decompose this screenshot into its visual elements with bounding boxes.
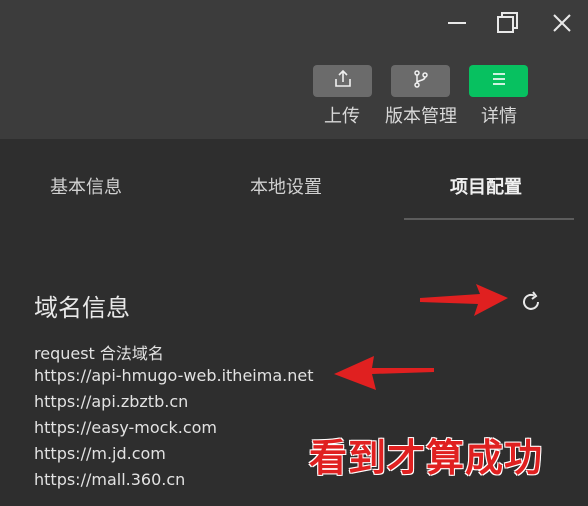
version-management-button[interactable]	[391, 65, 450, 97]
version-management-label: 版本管理	[385, 106, 457, 127]
maximize-icon[interactable]	[493, 8, 523, 38]
annotation-arrow-domain	[334, 356, 434, 390]
upload-label: 上传	[324, 106, 360, 127]
annotation-arrow-refresh	[420, 284, 508, 316]
active-tab-indicator	[404, 218, 574, 220]
upload-icon	[333, 69, 353, 93]
tab-local-settings[interactable]: 本地设置	[250, 173, 322, 199]
domain-item: https://mall.360.cn	[34, 470, 186, 489]
domain-item: https://m.jd.com	[34, 444, 166, 463]
close-icon[interactable]	[547, 8, 577, 38]
details-panel: 基本信息 本地设置 项目配置 域名信息 request 合法域名 https:/…	[0, 139, 588, 506]
refresh-icon[interactable]	[518, 289, 544, 315]
domain-info-title: 域名信息	[34, 294, 130, 322]
domain-item: https://easy-mock.com	[34, 418, 217, 437]
title-bar: 上传 版本管理 详情	[0, 0, 588, 139]
menu-icon	[489, 69, 509, 93]
request-domain-label: request 合法域名	[34, 344, 164, 363]
tab-basic-info[interactable]: 基本信息	[50, 173, 122, 199]
branch-icon	[411, 69, 431, 93]
upload-button[interactable]	[313, 65, 372, 97]
domain-item: https://api.zbztb.cn	[34, 392, 189, 411]
annotation-text: 看到才算成功	[309, 436, 544, 480]
tab-project-config[interactable]: 项目配置	[450, 173, 522, 199]
minimize-icon[interactable]	[442, 8, 472, 38]
details-button[interactable]	[469, 65, 528, 97]
details-label: 详情	[481, 106, 517, 127]
domain-item: https://api-hmugo-web.itheima.net	[34, 366, 314, 385]
